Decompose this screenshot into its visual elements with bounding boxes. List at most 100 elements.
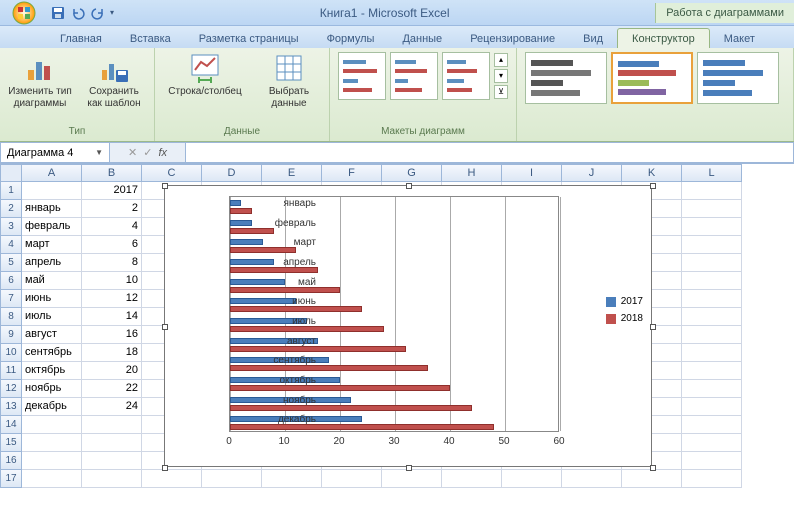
cell[interactable] bbox=[322, 470, 382, 488]
layout-option[interactable] bbox=[338, 52, 386, 100]
cell[interactable]: февраль bbox=[22, 218, 82, 236]
row-header[interactable]: 6 bbox=[0, 272, 22, 290]
cell[interactable]: октябрь bbox=[22, 362, 82, 380]
column-header[interactable]: D bbox=[202, 164, 262, 182]
save-template-button[interactable]: Сохранить как шаблон bbox=[82, 52, 146, 110]
cell[interactable] bbox=[682, 470, 742, 488]
cell[interactable] bbox=[682, 182, 742, 200]
chart-resize-handle[interactable] bbox=[650, 324, 656, 330]
row-header[interactable]: 5 bbox=[0, 254, 22, 272]
cell[interactable] bbox=[682, 326, 742, 344]
cell[interactable] bbox=[82, 452, 142, 470]
chart-resize-handle[interactable] bbox=[406, 183, 412, 189]
cell[interactable]: 24 bbox=[82, 398, 142, 416]
tab-layout[interactable]: Макет bbox=[710, 29, 769, 48]
select-all-button[interactable] bbox=[0, 164, 22, 182]
cell[interactable]: июль bbox=[22, 308, 82, 326]
cell[interactable]: май bbox=[22, 272, 82, 290]
row-header[interactable]: 8 bbox=[0, 308, 22, 326]
undo-icon[interactable] bbox=[70, 5, 86, 21]
cells-area[interactable]: 20172018январь24февраль48март612апрель81… bbox=[22, 182, 742, 488]
cell[interactable]: 10 bbox=[82, 272, 142, 290]
change-chart-type-button[interactable]: Изменить тип диаграммы bbox=[8, 52, 72, 110]
cell[interactable] bbox=[682, 236, 742, 254]
column-header[interactable]: B bbox=[82, 164, 142, 182]
embedded-chart[interactable]: 0102030405060январьфевральмартапрельмайи… bbox=[164, 185, 652, 467]
cell[interactable] bbox=[682, 452, 742, 470]
column-header[interactable]: J bbox=[562, 164, 622, 182]
style-option[interactable] bbox=[525, 52, 607, 104]
cell[interactable] bbox=[22, 434, 82, 452]
name-box-dropdown-icon[interactable]: ▼ bbox=[95, 148, 103, 157]
row-header[interactable]: 12 bbox=[0, 380, 22, 398]
chart-resize-handle[interactable] bbox=[162, 465, 168, 471]
cell[interactable] bbox=[682, 218, 742, 236]
cell[interactable] bbox=[202, 470, 262, 488]
column-header[interactable]: C bbox=[142, 164, 202, 182]
row-header[interactable]: 17 bbox=[0, 470, 22, 488]
legend-item[interactable]: 2018 bbox=[606, 313, 643, 324]
cell[interactable]: 22 bbox=[82, 380, 142, 398]
row-header[interactable]: 15 bbox=[0, 434, 22, 452]
chart-bar[interactable] bbox=[230, 200, 241, 206]
cell[interactable] bbox=[22, 416, 82, 434]
cell[interactable] bbox=[382, 470, 442, 488]
cell[interactable]: 14 bbox=[82, 308, 142, 326]
column-header[interactable]: L bbox=[682, 164, 742, 182]
chart-legend[interactable]: 2017 2018 bbox=[606, 296, 643, 330]
legend-item[interactable]: 2017 bbox=[606, 296, 643, 307]
cell[interactable] bbox=[22, 470, 82, 488]
chart-resize-handle[interactable] bbox=[162, 324, 168, 330]
cell[interactable] bbox=[562, 470, 622, 488]
cell[interactable]: 20 bbox=[82, 362, 142, 380]
row-header[interactable]: 4 bbox=[0, 236, 22, 254]
tab-view[interactable]: Вид bbox=[569, 29, 617, 48]
cell[interactable] bbox=[82, 470, 142, 488]
column-header[interactable]: E bbox=[262, 164, 322, 182]
tab-insert[interactable]: Вставка bbox=[116, 29, 185, 48]
cell[interactable] bbox=[682, 290, 742, 308]
cell[interactable] bbox=[682, 272, 742, 290]
cell[interactable] bbox=[682, 398, 742, 416]
cell[interactable]: декабрь bbox=[22, 398, 82, 416]
chart-resize-handle[interactable] bbox=[650, 465, 656, 471]
cell[interactable]: март bbox=[22, 236, 82, 254]
tab-home[interactable]: Главная bbox=[46, 29, 116, 48]
layout-option[interactable] bbox=[442, 52, 490, 100]
row-header[interactable]: 11 bbox=[0, 362, 22, 380]
name-box[interactable]: Диаграмма 4 ▼ bbox=[0, 142, 110, 163]
row-header[interactable]: 16 bbox=[0, 452, 22, 470]
cell[interactable] bbox=[682, 200, 742, 218]
chart-resize-handle[interactable] bbox=[406, 465, 412, 471]
fx-cancel-icon[interactable]: ✕ bbox=[128, 146, 137, 159]
style-gallery[interactable] bbox=[525, 52, 779, 104]
chart-bar[interactable] bbox=[230, 208, 252, 214]
cell[interactable] bbox=[22, 182, 82, 200]
cell[interactable] bbox=[262, 470, 322, 488]
layout-gallery[interactable]: ▴ ▾ ⊻ bbox=[338, 52, 508, 100]
cell[interactable]: 6 bbox=[82, 236, 142, 254]
cell[interactable]: 18 bbox=[82, 344, 142, 362]
column-header[interactable]: K bbox=[622, 164, 682, 182]
column-header[interactable]: H bbox=[442, 164, 502, 182]
gallery-down-icon[interactable]: ▾ bbox=[494, 69, 508, 83]
cell[interactable]: 2 bbox=[82, 200, 142, 218]
cell[interactable] bbox=[622, 470, 682, 488]
cell[interactable] bbox=[682, 434, 742, 452]
cell[interactable] bbox=[682, 344, 742, 362]
cell[interactable]: ноябрь bbox=[22, 380, 82, 398]
tab-data[interactable]: Данные bbox=[388, 29, 456, 48]
cell[interactable]: 8 bbox=[82, 254, 142, 272]
row-header[interactable]: 9 bbox=[0, 326, 22, 344]
tab-design[interactable]: Конструктор bbox=[617, 28, 710, 48]
fx-icon[interactable]: fx bbox=[158, 147, 167, 159]
chart-resize-handle[interactable] bbox=[162, 183, 168, 189]
cell[interactable]: 2017 bbox=[82, 182, 142, 200]
style-option[interactable] bbox=[697, 52, 779, 104]
column-header[interactable]: G bbox=[382, 164, 442, 182]
row-header[interactable]: 13 bbox=[0, 398, 22, 416]
style-option-selected[interactable] bbox=[611, 52, 693, 104]
redo-icon[interactable] bbox=[90, 5, 106, 21]
cell[interactable] bbox=[442, 470, 502, 488]
row-header[interactable]: 14 bbox=[0, 416, 22, 434]
